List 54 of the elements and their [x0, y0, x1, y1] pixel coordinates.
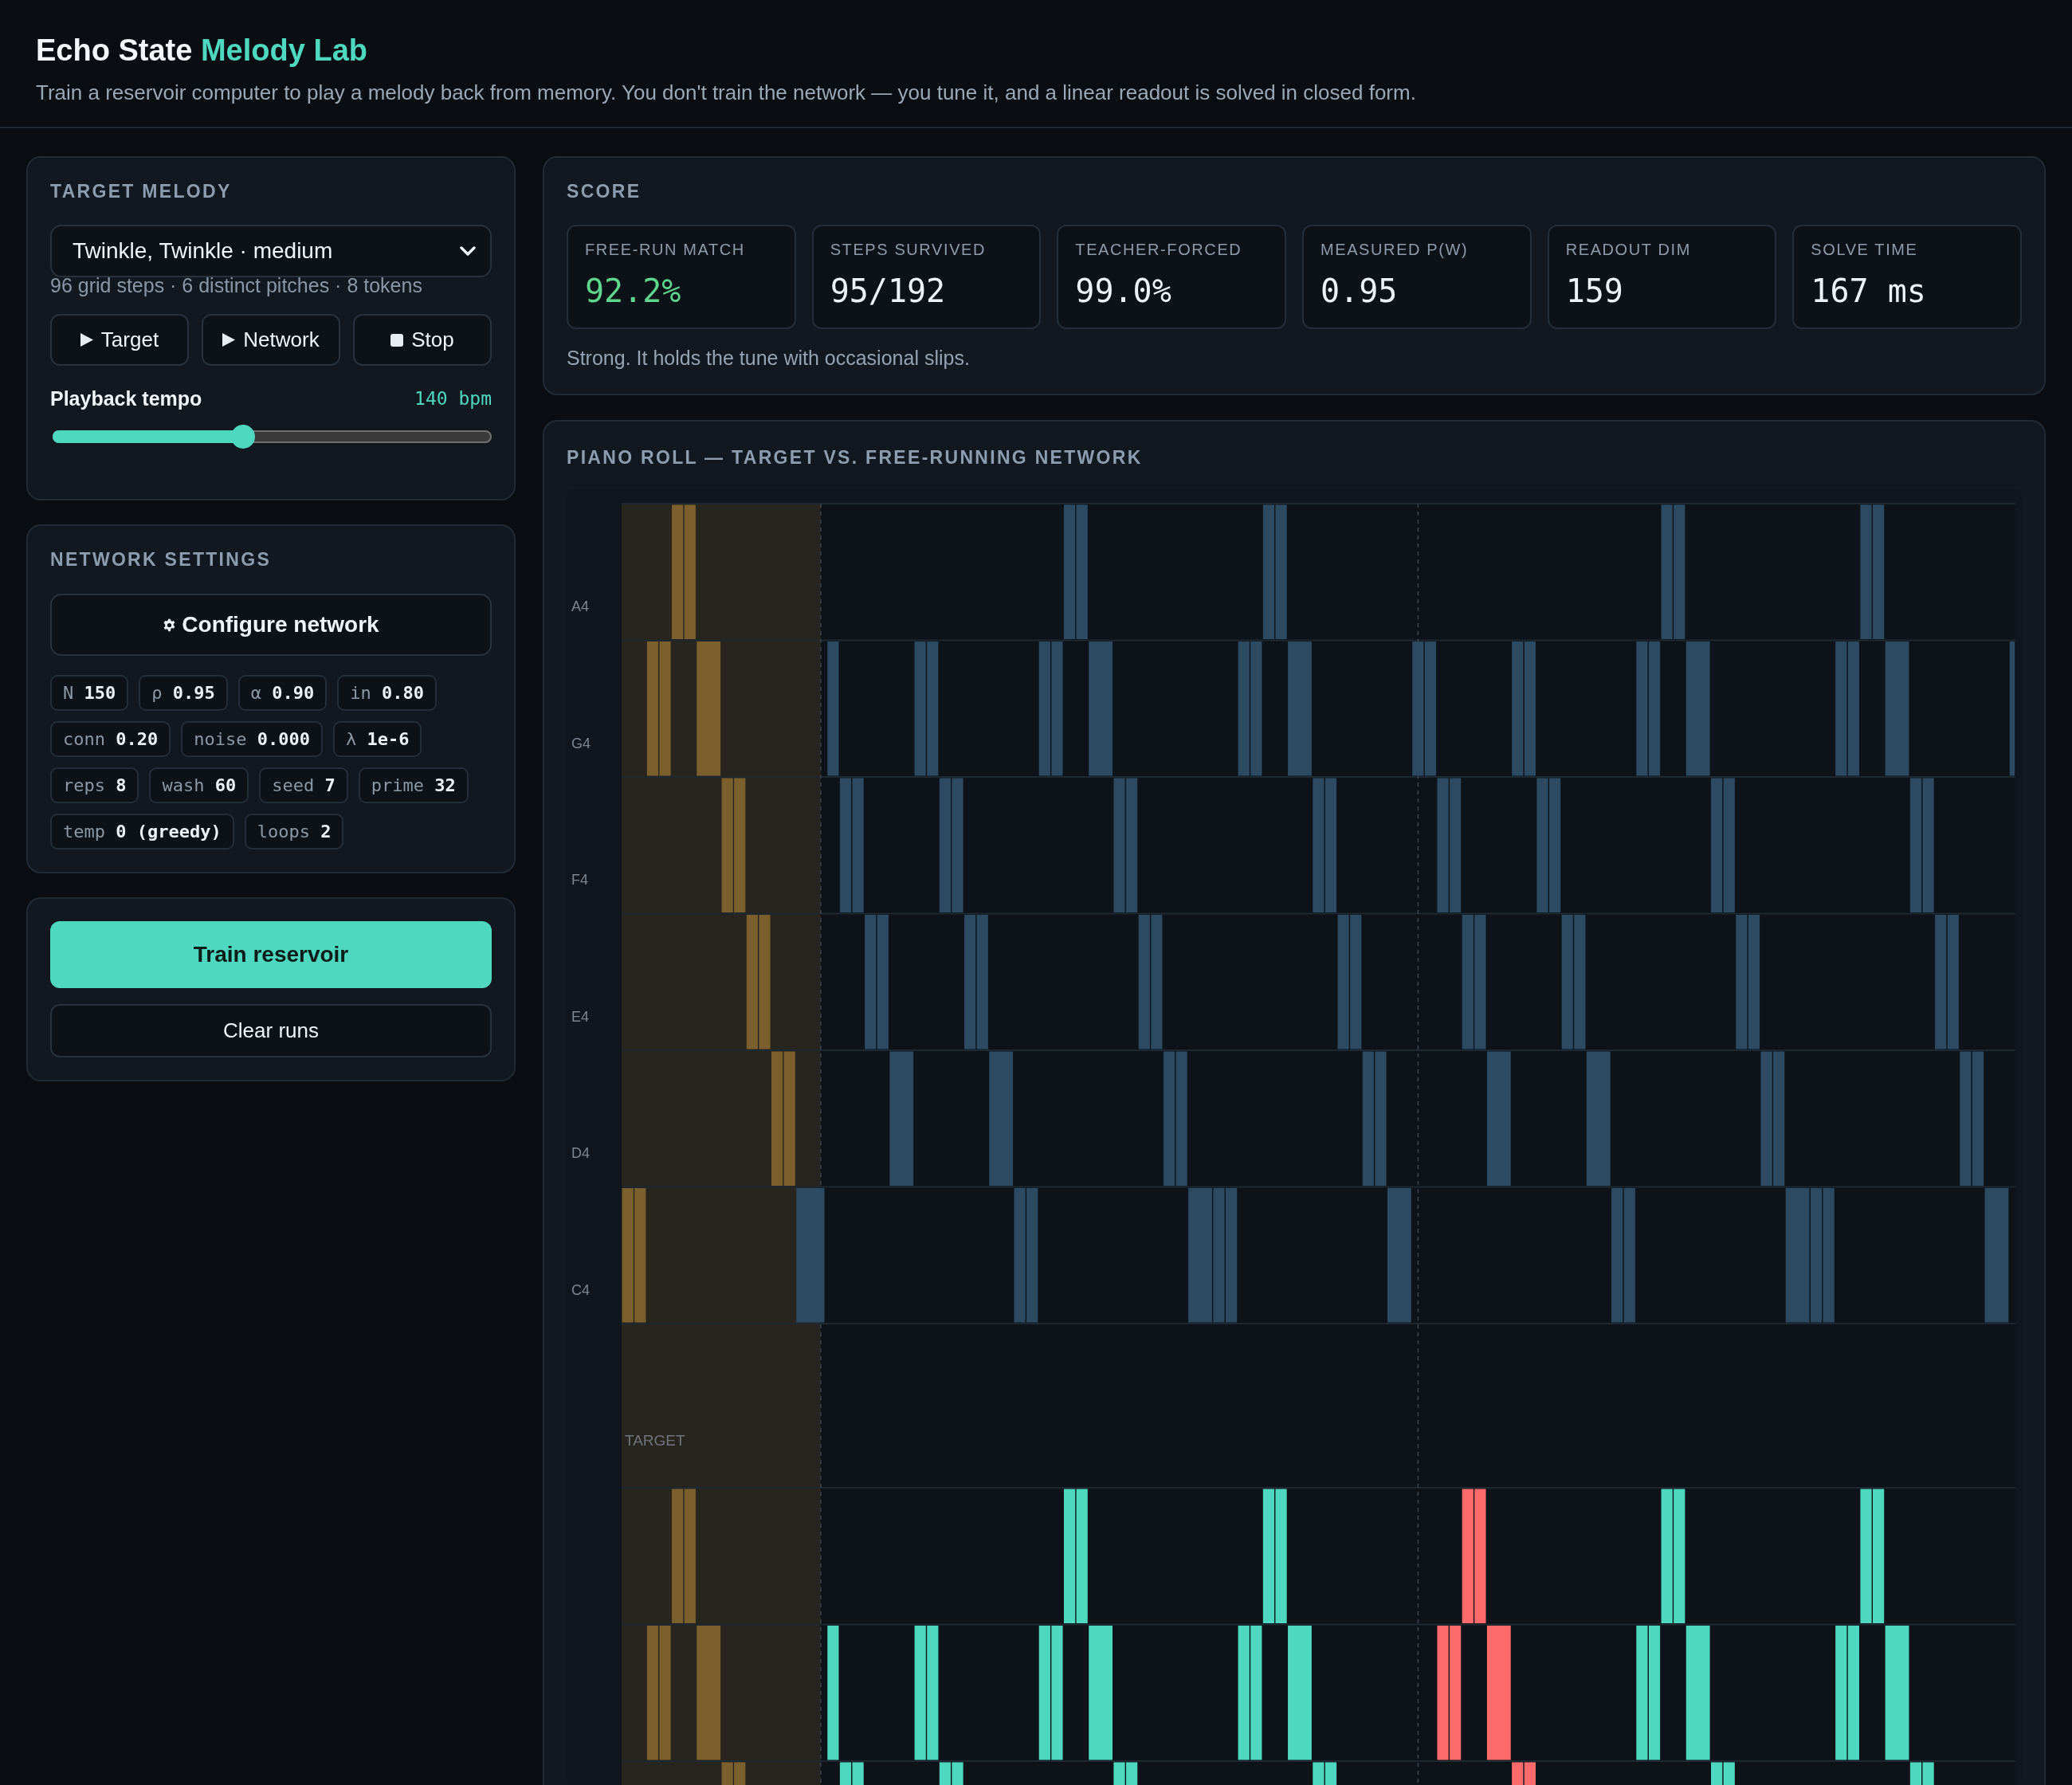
parameter-chip: seed 7 [259, 767, 348, 803]
metric-value: 92.2% [585, 272, 682, 310]
panel-heading: SCORE [567, 180, 642, 202]
gear-icon [163, 618, 177, 632]
metric-value: 167 ms [1811, 272, 1927, 310]
parameter-chip: in 0.80 [337, 675, 437, 711]
panel-label: TARGET [625, 1432, 685, 1449]
app-subtitle: Train a reservoir computer to play a melody back from memory. You don't train the network — you tune it, and a linear readout is solved in closed form. [36, 80, 1417, 106]
metric-label: READOUT DIM [1565, 240, 1692, 260]
parameter-chip: loops 2 [244, 814, 344, 849]
metric-label: FREE-RUN MATCH [585, 240, 746, 260]
panel-heading: NETWORK SETTINGS [50, 548, 273, 571]
play-icon [80, 333, 93, 347]
metric-label: MEASURED P(W) [1321, 240, 1470, 260]
parameter-chip: α 0.90 [237, 675, 328, 711]
slider-thumb[interactable] [231, 425, 255, 449]
parameter-chip: wash 60 [149, 767, 249, 803]
train-button[interactable]: Train reservoir [50, 921, 492, 988]
metric-label: STEPS SURVIVED [830, 240, 987, 260]
parameter-chip: noise 0.000 [181, 721, 323, 757]
chevron-down-icon [460, 246, 476, 256]
metric-value: 99.0% [1075, 272, 1172, 310]
pitch-label: G4 [571, 735, 591, 751]
parameter-chip: reps 8 [50, 767, 139, 803]
parameter-chip: N 150 [50, 675, 129, 711]
metric-value: 0.95 [1321, 272, 1399, 310]
tempo-reading: 140 bpm [414, 388, 492, 409]
melody-select[interactable]: Twinkle, Twinkle · medium [50, 225, 492, 277]
parameter-chip: conn 0.20 [50, 721, 171, 757]
pitch-label: C4 [571, 1281, 590, 1298]
play-button[interactable]: Target [50, 314, 189, 366]
score-verdict: Strong. It holds the tune with occasional slips. [567, 346, 971, 371]
configure-network-button[interactable]: Configure network [50, 594, 492, 656]
app-title: Echo State Melody Lab [36, 33, 368, 69]
panel-heading: PIANO ROLL — TARGET VS. FREE-RUNNING NETWORK [567, 446, 1144, 469]
parameter-chip: λ 1e-6 [332, 721, 422, 757]
pitch-label: D4 [571, 1145, 590, 1161]
pitch-label: F4 [571, 872, 588, 888]
play-button[interactable]: Network [202, 314, 340, 366]
metric-label: TEACHER-FORCED [1075, 240, 1243, 260]
clear-runs-button[interactable]: Clear runs [50, 1004, 492, 1057]
stop-icon [390, 333, 404, 347]
play-icon [222, 333, 236, 347]
pitch-label: A4 [571, 598, 590, 614]
parameter-chip: temp 0 (greedy) [50, 814, 234, 849]
stop-button[interactable]: Stop [353, 314, 492, 366]
parameter-chip: ρ 0.95 [139, 675, 228, 711]
metric-label: SOLVE TIME [1811, 240, 1919, 260]
pitch-label: E4 [571, 1008, 590, 1025]
metric-value: 159 [1565, 272, 1624, 310]
parameter-chip: prime 32 [358, 767, 469, 803]
panel-heading: TARGET MELODY [50, 180, 233, 202]
tempo-label: Playback tempo [50, 386, 202, 410]
metric-value: 95/192 [830, 272, 947, 310]
